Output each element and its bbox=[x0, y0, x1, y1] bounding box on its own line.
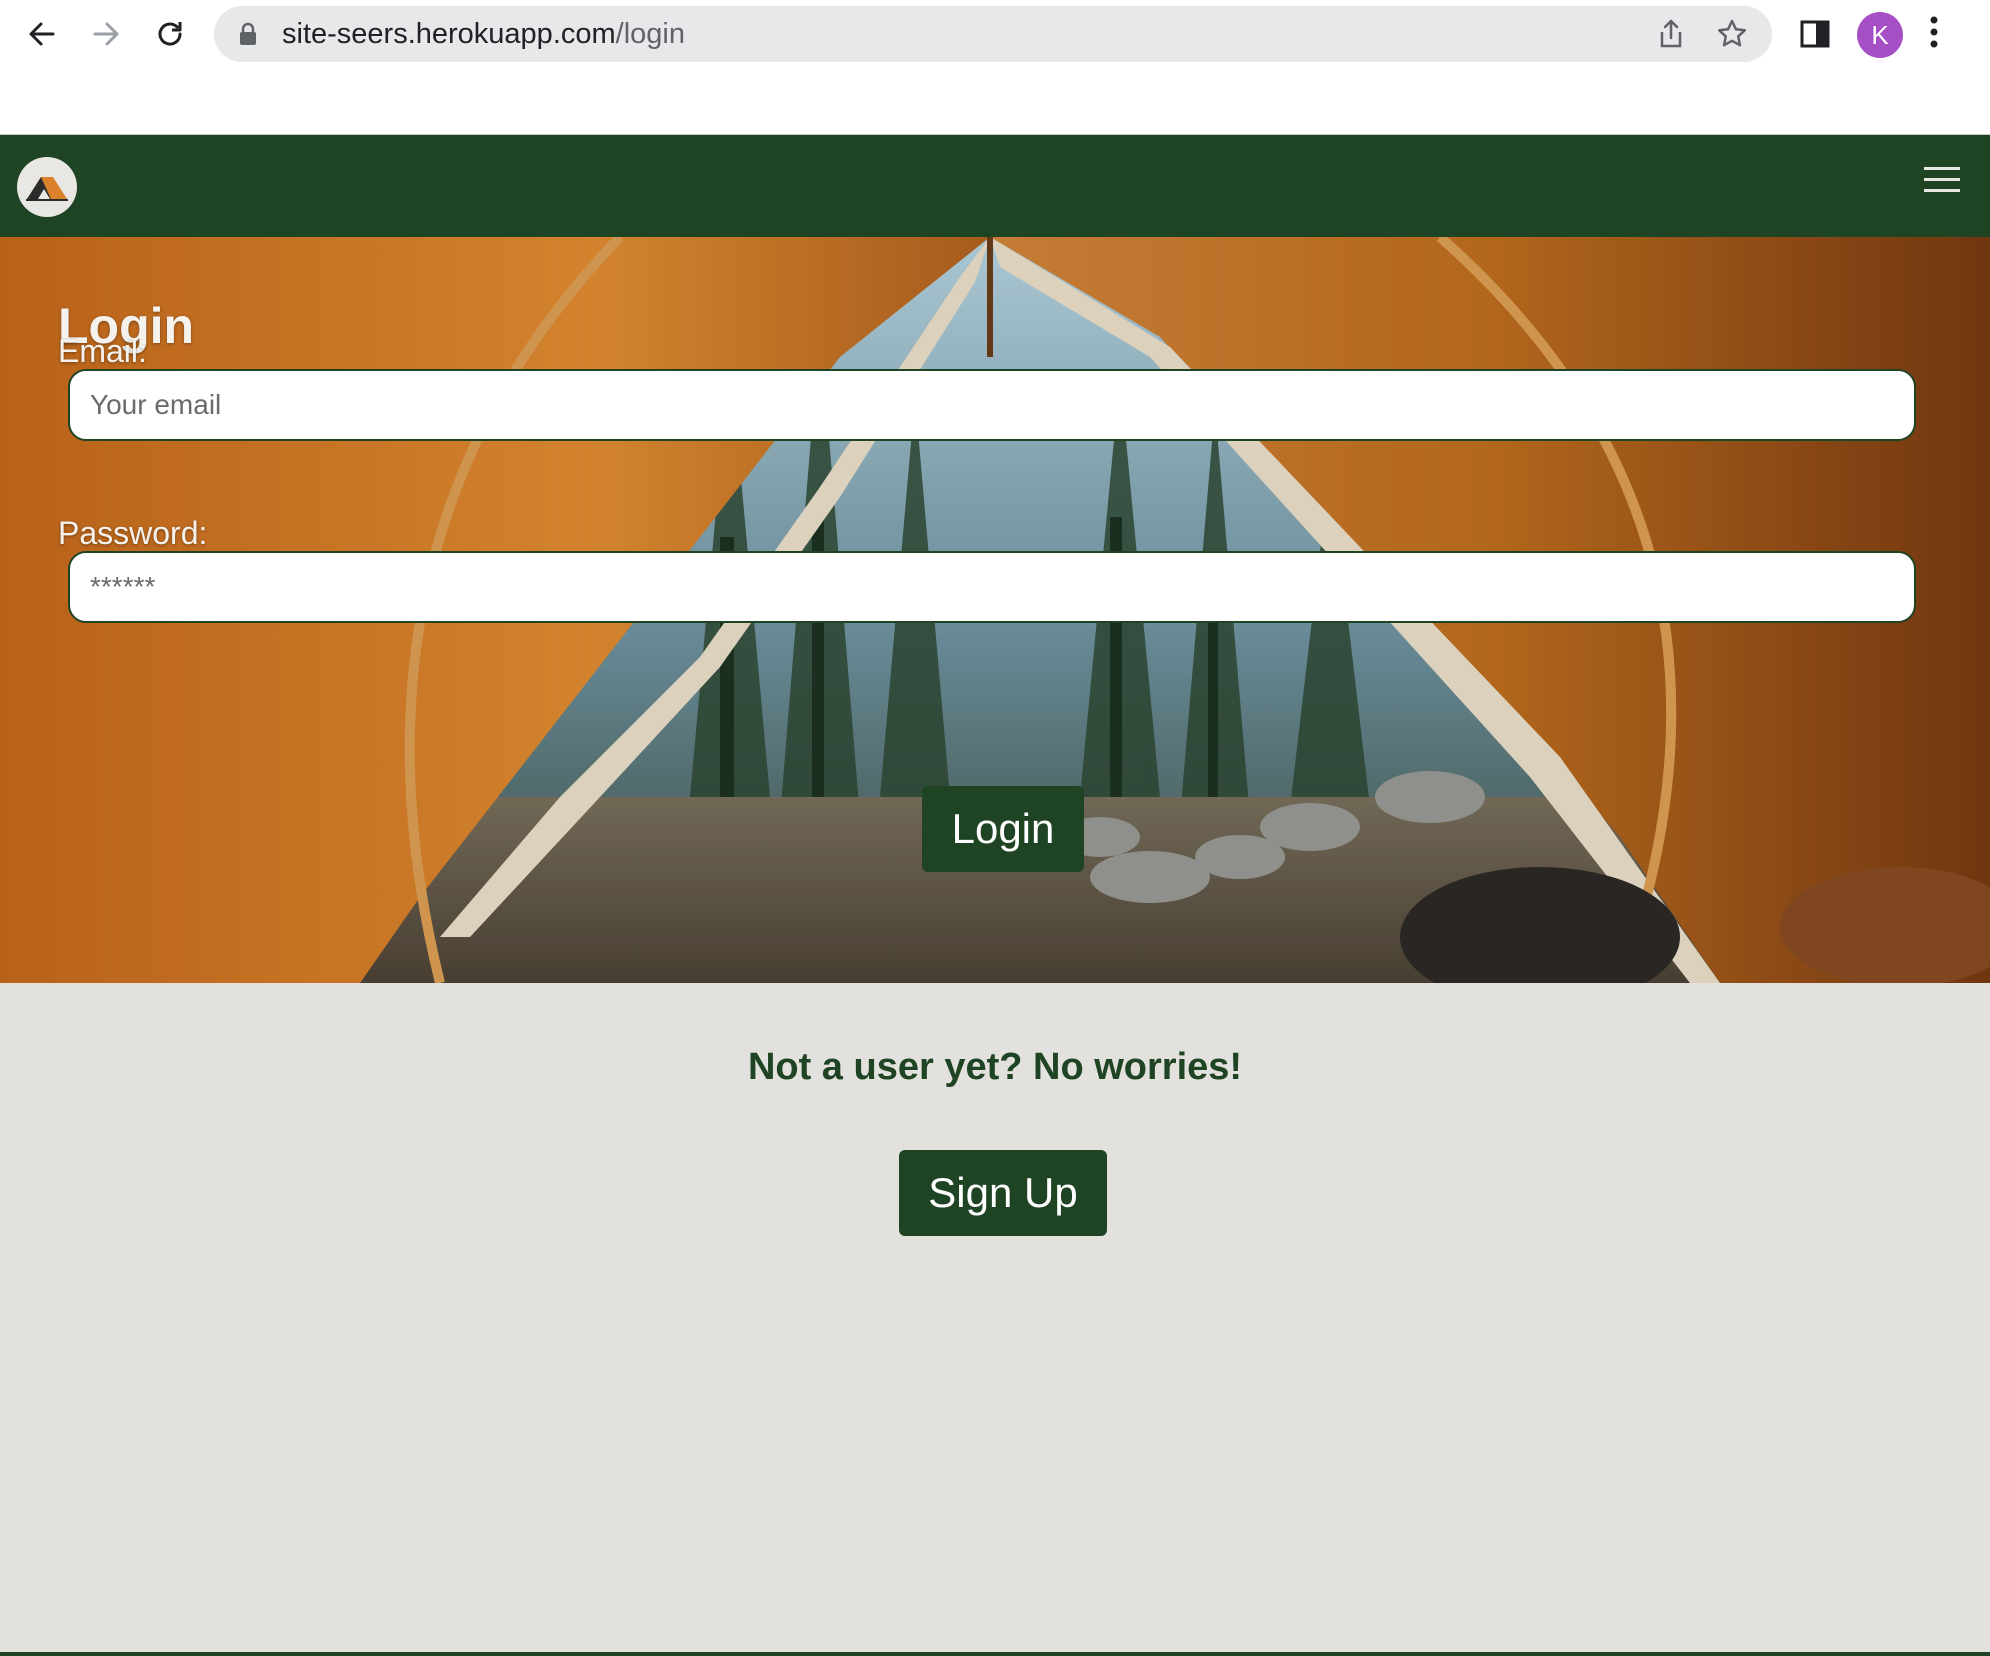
address-bar[interactable]: site-seers.herokuapp.com/login bbox=[214, 6, 1772, 62]
more-menu-icon[interactable] bbox=[1930, 14, 1938, 55]
side-panel-icon[interactable] bbox=[1800, 19, 1830, 54]
site-navbar bbox=[0, 135, 1990, 237]
lock-icon[interactable] bbox=[238, 22, 258, 51]
footer-divider bbox=[0, 1652, 1990, 1656]
share-icon[interactable] bbox=[1656, 18, 1686, 55]
hamburger-icon[interactable] bbox=[1924, 167, 1960, 198]
reload-icon[interactable] bbox=[146, 10, 194, 58]
password-field[interactable] bbox=[68, 551, 1916, 623]
signup-prompt: Not a user yet? No worries! bbox=[747, 1046, 1243, 1088]
email-field[interactable] bbox=[68, 369, 1916, 441]
signup-button[interactable]: Sign Up bbox=[899, 1150, 1107, 1236]
browser-toolbar: site-seers.herokuapp.com/login K bbox=[0, 0, 1990, 135]
login-hero: Login Email: Password: Login bbox=[0, 237, 1990, 983]
bookmark-star-icon[interactable] bbox=[1716, 18, 1748, 55]
email-label: Email: bbox=[58, 333, 147, 369]
back-icon[interactable] bbox=[18, 10, 66, 58]
profile-avatar[interactable]: K bbox=[1857, 12, 1903, 58]
password-label: Password: bbox=[58, 515, 208, 551]
tent-icon[interactable] bbox=[17, 157, 77, 217]
login-button[interactable]: Login bbox=[922, 786, 1084, 872]
forward-icon[interactable] bbox=[82, 10, 130, 58]
url-text[interactable]: site-seers.herokuapp.com/login bbox=[282, 6, 685, 62]
